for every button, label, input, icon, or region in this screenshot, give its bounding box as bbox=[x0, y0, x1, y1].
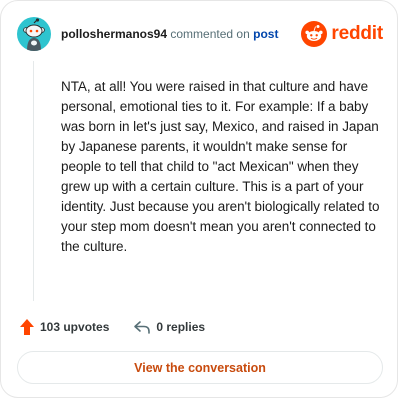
comment-meta: polloshermanos94 commented on post bbox=[61, 26, 278, 42]
reddit-brand[interactable]: reddit bbox=[301, 21, 383, 47]
upvote-button[interactable]: 103 upvotes bbox=[19, 318, 109, 336]
thread-line bbox=[33, 61, 34, 301]
upvote-arrow-icon bbox=[20, 319, 34, 335]
comment-actions: 103 upvotes 0 replies bbox=[19, 317, 229, 337]
embedded-comment-card: polloshermanos94 commented on post reddi… bbox=[0, 0, 398, 398]
comment-header: polloshermanos94 commented on post reddi… bbox=[17, 17, 383, 51]
reddit-logo-icon bbox=[301, 21, 328, 47]
upvote-count: 103 upvotes bbox=[40, 320, 110, 334]
post-link[interactable]: post bbox=[253, 27, 278, 41]
user-avatar[interactable] bbox=[17, 17, 51, 51]
commented-on-text: commented on bbox=[170, 27, 250, 41]
snoo-avatar-icon bbox=[23, 18, 45, 51]
reply-icon bbox=[134, 321, 151, 334]
view-conversation-button[interactable]: View the conversation bbox=[17, 351, 383, 384]
username-link[interactable]: polloshermanos94 bbox=[61, 27, 167, 41]
reply-count: 0 replies bbox=[156, 320, 206, 334]
replies-button[interactable]: 0 replies bbox=[133, 319, 205, 335]
reddit-wordmark: reddit bbox=[331, 23, 383, 44]
comment-body: NTA, at all! You were raised in that cul… bbox=[61, 79, 380, 254]
